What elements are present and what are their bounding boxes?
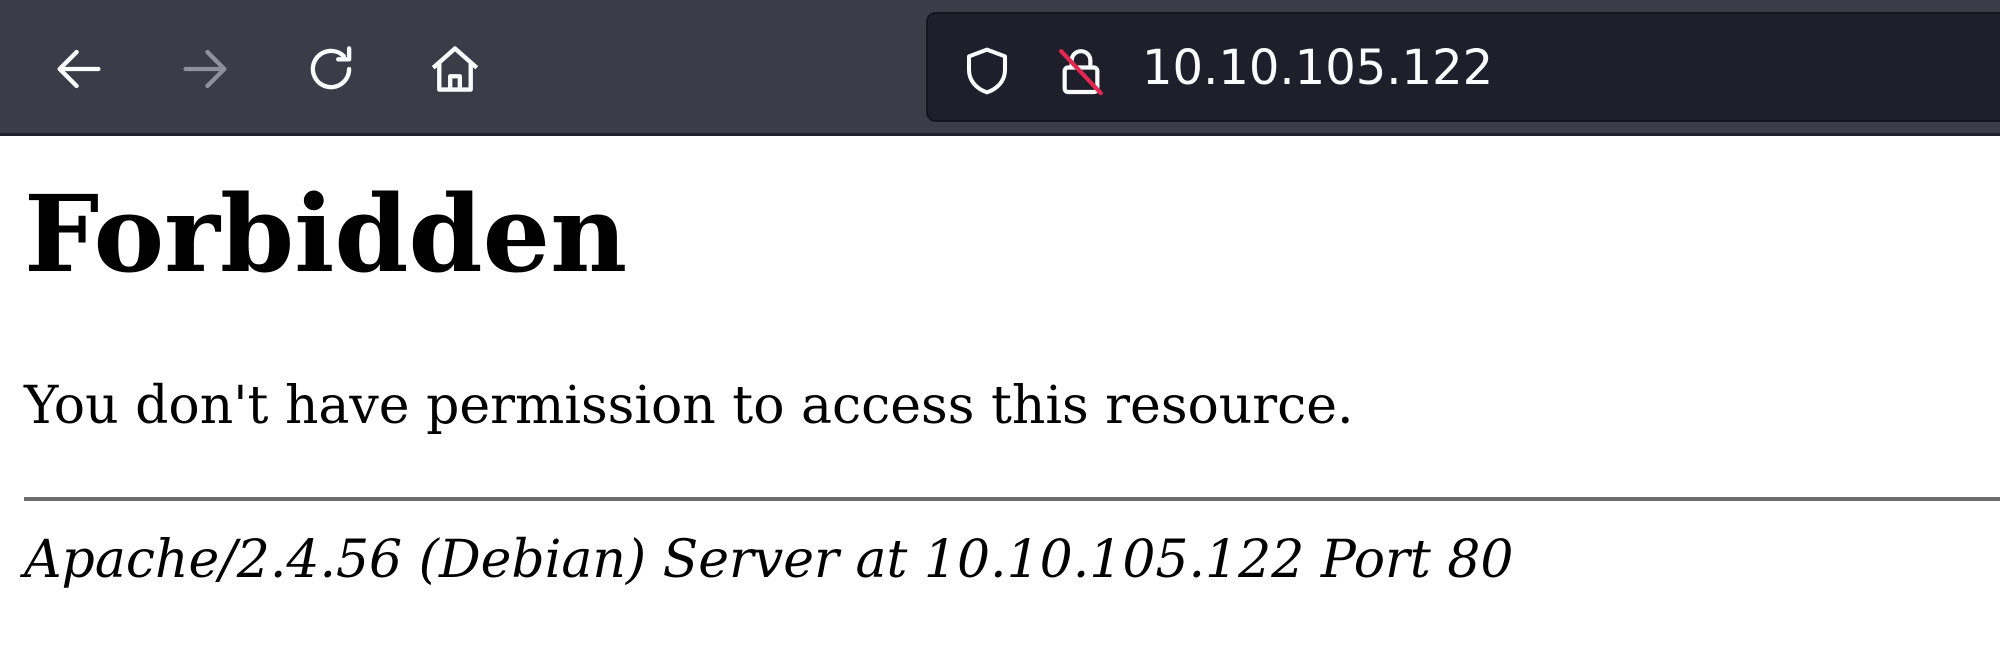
reload-button[interactable] (288, 26, 374, 112)
reload-icon (310, 46, 352, 90)
lock-crossed-icon (1059, 49, 1103, 96)
server-signature: Apache/2.4.56 (Debian) Server at 10.10.1… (24, 530, 1514, 590)
house-icon (431, 46, 479, 92)
address-bar[interactable]: 10.10.105.122 (926, 12, 2000, 122)
browser-toolbar: 10.10.105.122 (0, 0, 2000, 136)
arrow-left-icon (57, 49, 101, 89)
forward-button[interactable] (162, 26, 248, 112)
tracking-protection-button[interactable] (958, 42, 1016, 100)
home-button[interactable] (412, 26, 498, 112)
site-info-button[interactable] (1052, 42, 1110, 100)
error-message: You don't have permission to access this… (24, 376, 1354, 436)
back-button[interactable] (36, 26, 122, 112)
arrow-right-icon (183, 49, 227, 89)
url-text[interactable]: 10.10.105.122 (1142, 39, 1493, 97)
shield-icon (966, 47, 1008, 95)
horizontal-divider (24, 497, 2000, 501)
page-title: Forbidden (24, 171, 628, 296)
page-content: Forbidden You don't have permission to a… (0, 136, 2000, 647)
